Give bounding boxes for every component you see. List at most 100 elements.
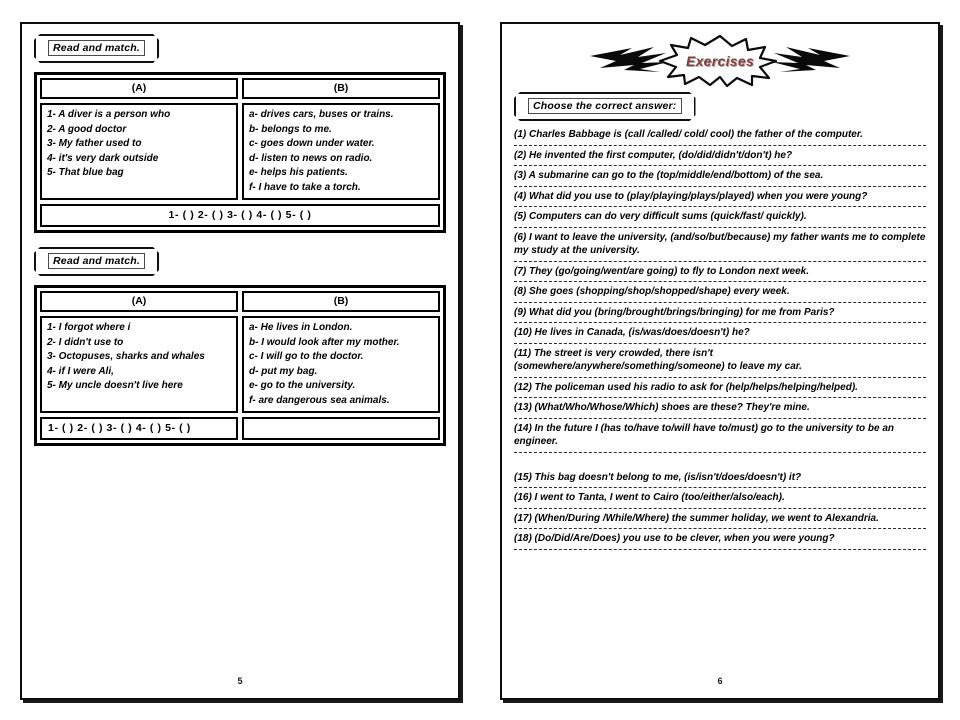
list-item: 4- if I were Ali, [47,365,114,377]
match-table-2-column-b-list: a- He lives in London. b- I would look a… [249,321,433,408]
match-table-1-answer-row: 1- ( ) 2- ( ) 3- ( ) 4- ( ) 5- ( ) [40,204,440,227]
answer-rule[interactable] [514,487,926,488]
match-table-2: (A) (B) 1- I forgot where i 2- I didn't … [34,285,446,446]
match-table-1-answer-field[interactable]: 1- ( ) 2- ( ) 3- ( ) 4- ( ) 5- ( ) [40,204,440,227]
question-text: (6) I want to leave the university, (and… [514,231,926,257]
answer-rule[interactable] [514,206,926,207]
question-text: (13) (What/Who/Whose/Which) shoes are th… [514,402,810,413]
list-item: a- drives cars, buses or trains. [249,109,394,120]
match-table-1: (A) (B) 1- A diver is a person who 2- A … [34,72,446,233]
list-item: (4) What did you use to (play/playing/pl… [514,190,926,207]
match-section-2: Read and match. (A) (B) 1- I forgot wher… [34,247,446,446]
answer-rule[interactable] [514,417,926,419]
list-item: (11) The street is very crowded, there i… [514,347,926,378]
question-text: (1) Charles Babbage is (call /called/ co… [514,129,863,140]
list-item: (9) What did you (bring/brought/brings/b… [514,306,926,323]
list-item: f- are dangerous sea animals. [249,394,390,406]
answer-rule[interactable] [514,144,926,146]
answer-rule[interactable] [514,226,926,228]
list-item: (1) Charles Babbage is (call /called/ co… [514,128,926,146]
match-table-2-column-b-cell: a- He lives in London. b- I would look a… [242,316,440,413]
question-text: (14) In the future I (has to/have to/wil… [514,422,895,448]
list-item: (2) He invented the first computer, (do/… [514,149,926,166]
left-page-sheet: Read and match. (A) (B) 1- A diver is a … [20,22,460,700]
list-item: c- I will go to the doctor. [249,351,364,362]
list-item: (6) I want to leave the university, (and… [514,231,926,262]
list-item: (18) (Do/Did/Are/Does) you use to be cle… [514,532,926,550]
list-item: 1- I forgot where i [47,322,131,333]
answer-rule[interactable] [514,528,926,529]
read-and-match-banner-1: Read and match. [34,34,159,63]
question-text: (11) The street is very crowded, there i… [514,347,802,373]
question-text: (15) This bag doesn't belong to me, (is/… [514,471,802,483]
question-spacer [514,456,926,469]
list-item: (16) I went to Tanta, I went to Cairo (t… [514,491,926,509]
list-item: f- I have to take a torch. [249,181,361,193]
list-item: b- belongs to me. [249,123,332,135]
worksheet-page-spread: Read and match. (A) (B) 1- A diver is a … [0,0,960,720]
answer-rule[interactable] [514,451,926,453]
list-item: (5) Computers can do very difficult sums… [514,210,926,228]
list-item: b- I would look after my mother. [249,336,400,348]
answer-rule[interactable] [514,322,926,323]
match-table-1-column-a-list: 1- A diver is a person who 2- A good doc… [47,108,231,181]
questions-list: (1) Charles Babbage is (call /called/ co… [514,128,926,550]
answer-rule[interactable] [514,185,926,187]
choose-correct-answer-banner: Choose the correct answer: [514,92,696,121]
list-item: (12) The policeman used his radio to ask… [514,381,926,398]
list-item: (13) (What/Who/Whose/Which) shoes are th… [514,401,926,419]
list-item: 5- That blue bag [47,167,124,178]
question-text: (12) The policeman used his radio to ask… [514,381,858,393]
answer-rule[interactable] [514,548,926,550]
match-table-1-column-b-header: (B) [242,78,440,99]
match-table-2-column-a-header: (A) [40,291,238,312]
match-table-1-column-b-cell: a- drives cars, buses or trains. b- belo… [242,103,440,200]
match-table-2-answer-field[interactable]: 1- ( ) 2- ( ) 3- ( ) 4- ( ) 5- ( ) [40,417,238,440]
match-table-2-header-row: (A) (B) [40,291,440,312]
match-table-1-column-a-cell: 1- A diver is a person who 2- A good doc… [40,103,238,200]
list-item: e- go to the university. [249,380,356,391]
question-text: (2) He invented the first computer, (do/… [514,149,793,161]
list-item: a- He lives in London. [249,322,353,333]
list-item: 3- My father used to [47,138,142,149]
question-text: (7) They (go/going/went/are going) to fl… [514,265,809,277]
question-text: (18) (Do/Did/Are/Does) you use to be cle… [514,533,835,544]
question-text: (8) She goes (shopping/shop/shopped/shap… [514,286,790,297]
exercises-title: Exercises [685,53,755,69]
list-item: (8) She goes (shopping/shop/shopped/shap… [514,285,926,303]
match-table-1-body-row: 1- A diver is a person who 2- A good doc… [40,103,440,200]
choose-correct-answer-banner-label: Choose the correct answer: [528,98,682,114]
answer-rule[interactable] [514,342,926,344]
list-item: c- goes down under water. [249,138,375,149]
list-item: (10) He lives in Canada, (is/was/does/do… [514,326,926,344]
match-table-1-column-b-list: a- drives cars, buses or trains. b- belo… [249,108,433,195]
answer-rule[interactable] [514,397,926,398]
read-and-match-banner-2: Read and match. [34,247,159,276]
list-item: d- listen to news on radio. [249,152,373,164]
question-text: (10) He lives in Canada, (is/was/does/do… [514,327,750,338]
list-item: 3- Octopuses, sharks and whales [47,351,205,362]
match-table-2-column-a-cell: 1- I forgot where i 2- I didn't use to 3… [40,316,238,413]
left-page-content: Read and match. (A) (B) 1- A diver is a … [22,24,458,698]
match-table-2-column-b-header: (B) [242,291,440,312]
right-page-content: Exercises Choose the correct answer: (1)… [502,24,938,698]
read-and-match-banner-2-label: Read and match. [48,253,145,269]
match-table-2-answer-blank-cell[interactable] [241,417,440,440]
page-number-left: 5 [237,676,243,686]
right-page-sheet: Exercises Choose the correct answer: (1)… [500,22,940,700]
answer-rule[interactable] [514,281,926,282]
list-item: d- put my bag. [249,365,318,377]
question-text: (3) A submarine can go to the (top/middl… [514,170,824,181]
list-item: (14) In the future I (has to/have to/wil… [514,422,926,469]
exercises-header: Exercises [514,34,926,88]
list-item: (15) This bag doesn't belong to me, (is/… [514,471,926,488]
answer-rule[interactable] [514,301,926,303]
question-text: (16) I went to Tanta, I went to Cairo (t… [514,492,785,503]
answer-rule[interactable] [514,376,926,378]
answer-rule[interactable] [514,260,926,262]
answer-rule[interactable] [514,507,926,509]
match-table-1-column-a-header: (A) [40,78,238,99]
match-table-2-answer-row: 1- ( ) 2- ( ) 3- ( ) 4- ( ) 5- ( ) [40,417,440,440]
match-table-1-header-row: (A) (B) [40,78,440,99]
answer-rule[interactable] [514,165,926,166]
